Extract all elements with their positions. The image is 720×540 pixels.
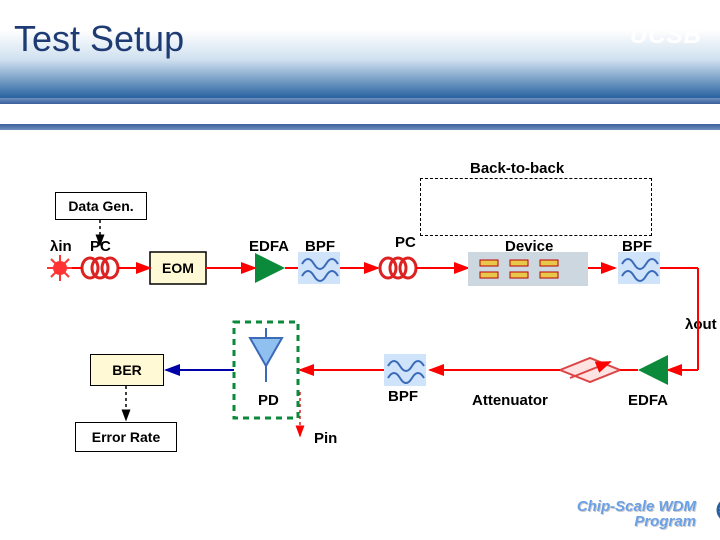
edfa2-icon xyxy=(638,355,668,385)
edfa1-icon xyxy=(255,253,285,283)
laser-icon xyxy=(47,255,73,281)
bpf1-icon xyxy=(298,252,340,284)
eom-text: EOM xyxy=(162,260,194,276)
device-icon xyxy=(468,252,588,286)
attenuator-icon xyxy=(560,358,620,382)
bpf3-icon xyxy=(384,354,426,386)
footer-line1: Chip-Scale WDM xyxy=(577,498,696,515)
page-title: Test Setup xyxy=(14,18,184,60)
darpa-badge: DARPA xyxy=(716,492,720,528)
footer-line2: Program xyxy=(634,513,696,530)
footer: Chip-Scale WDM Program DARPA xyxy=(577,499,696,531)
pc2-icon xyxy=(380,258,416,278)
diagram-stage: Back-to-back Data Gen. λin PC EDFA BPF P… xyxy=(0,130,720,510)
brand-logo: UCSB xyxy=(630,22,702,50)
pd-icon xyxy=(250,328,282,382)
header-rule-1 xyxy=(0,98,720,104)
bpf2-icon xyxy=(618,252,660,284)
slide-header: Test Setup UCSB xyxy=(0,0,720,100)
diagram-svg: EOM xyxy=(0,130,720,510)
pc1-icon xyxy=(82,258,118,278)
